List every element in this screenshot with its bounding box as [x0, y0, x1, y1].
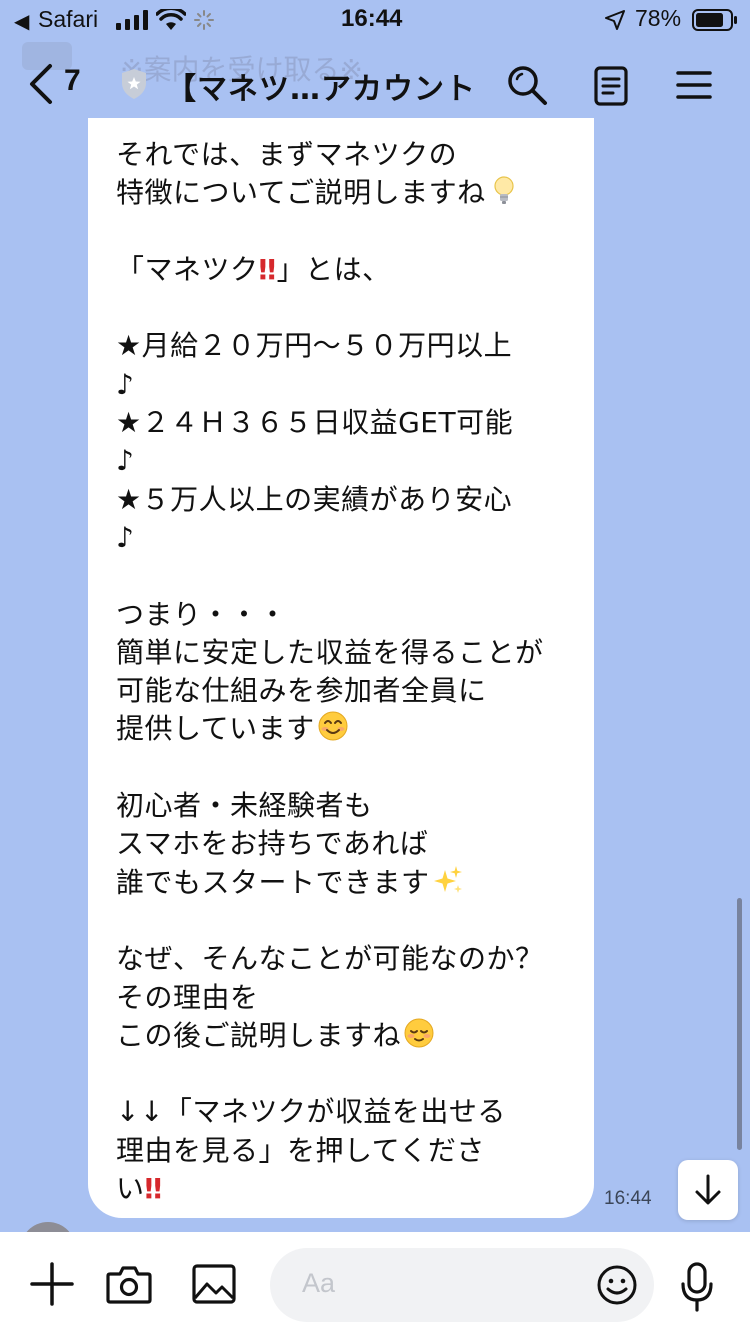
emoji-icon[interactable]: [596, 1264, 638, 1306]
message-line: ♪: [116, 520, 135, 554]
message-line: [116, 749, 576, 787]
notes-icon[interactable]: [594, 66, 628, 106]
message-input-placeholder: Aa: [302, 1268, 336, 1298]
battery-icon: [692, 9, 737, 31]
message-line: ★５万人以上の実績があり安心: [116, 482, 513, 516]
status-bar: ◀ Safari 16:44 78%: [0, 0, 750, 40]
shield-icon: [122, 69, 146, 99]
message-line: 理由を見る」を押してくださ: [116, 1133, 485, 1167]
relieved-emoji: [404, 1018, 434, 1048]
battery-percent: 78%: [635, 5, 682, 31]
mic-icon[interactable]: [680, 1262, 714, 1312]
plus-icon[interactable]: [30, 1262, 74, 1306]
message-line: なぜ、そんなことが可能なのか？: [116, 942, 544, 976]
double-exclamation-emoji: ‼: [258, 252, 277, 286]
message-bubble: それでは、まずマネツクの 特徴についてご説明しますね 「マネツク‼」とは、 ★月…: [88, 118, 594, 1218]
unread-count[interactable]: 7: [64, 64, 81, 98]
message-line: ↓↓「マネツクが収益を出せる: [116, 1095, 506, 1129]
scrollbar[interactable]: [737, 898, 742, 1150]
message-line: ♪: [116, 367, 135, 401]
image-icon[interactable]: [192, 1264, 236, 1304]
location-icon: [605, 10, 625, 30]
message-line: ♪: [116, 444, 135, 478]
chat-header: ※案内を受け取る※ 7 【マネツ…アカウント: [0, 40, 750, 128]
double-exclamation-emoji: ‼: [144, 1172, 163, 1206]
chat-title[interactable]: 【マネツ…アカウント: [166, 64, 476, 108]
message-line: [116, 289, 576, 327]
arrow-down-icon: [695, 1174, 721, 1205]
message-line: 可能な仕組みを参加者全員に: [116, 674, 487, 708]
message-timestamp: 16:44: [604, 1188, 652, 1209]
lightbulb-emoji: [494, 176, 514, 205]
message-line: つまり・・・: [116, 597, 288, 631]
back-arrow-icon[interactable]: ◀: [14, 9, 29, 33]
message-line: [116, 902, 576, 940]
message-line: 特徴についてご説明しますね: [116, 174, 576, 212]
scroll-to-bottom-button[interactable]: [678, 1160, 738, 1220]
message-line: ★月給２０万円〜５０万円以上: [116, 329, 513, 363]
sparkles-emoji: [433, 865, 462, 893]
wifi-icon: [156, 9, 186, 30]
loading-icon: [194, 10, 214, 30]
menu-icon[interactable]: [676, 70, 712, 100]
message-line: 誰でもスタートできます: [116, 864, 576, 902]
input-bar: Aa: [0, 1232, 750, 1334]
message-line: [116, 1055, 576, 1093]
search-icon[interactable]: [506, 64, 548, 106]
signal-icon: [116, 10, 148, 30]
status-time: 16:44: [341, 5, 403, 32]
message-line: ★２４Ｈ３６５日収益GET可能: [116, 406, 514, 440]
message-line: [116, 557, 576, 595]
message-line: い‼: [116, 1172, 163, 1206]
message-line: その理由を: [116, 980, 259, 1014]
message-line: 簡単に安定した収益を得ることが: [116, 635, 544, 669]
message-line: 初心者・未経験者も: [116, 789, 373, 823]
message-line: それでは、まずマネツクの: [116, 138, 458, 171]
message-line: [116, 213, 576, 251]
smile-emoji: [318, 711, 348, 741]
message-line: この後ご説明しますね: [116, 1017, 576, 1055]
message-input[interactable]: Aa: [270, 1248, 654, 1322]
message-line: 「マネツク‼」とは、: [116, 252, 391, 286]
message-line: 提供しています: [116, 710, 576, 748]
camera-icon[interactable]: [106, 1264, 152, 1304]
back-app-label[interactable]: Safari: [38, 6, 98, 33]
chevron-left-icon[interactable]: [26, 62, 56, 106]
message-line: スマホをお持ちであれば: [116, 827, 429, 861]
